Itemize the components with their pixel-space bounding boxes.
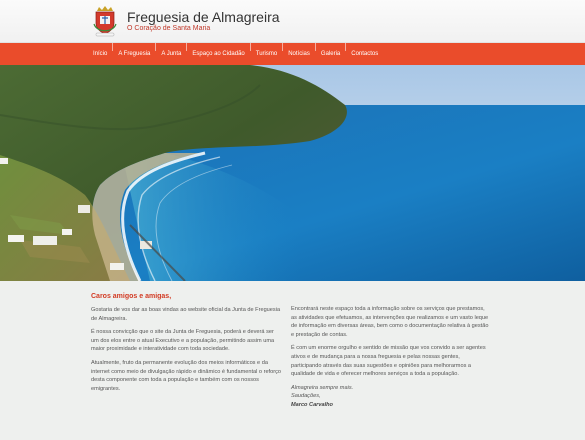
nav-item-galeria: Galeria xyxy=(316,43,345,65)
nav-link-a-junta[interactable]: A Junta xyxy=(156,51,186,57)
main-navigation: Início A Freguesia A Junta Espaço ao Cid… xyxy=(0,43,585,65)
nav-item-inicio: Início xyxy=(88,43,112,65)
greeting-heading: Caros amigos e amigas, xyxy=(91,293,172,300)
site-title[interactable]: Freguesia de Almagreira xyxy=(127,9,280,25)
nav-link-noticias[interactable]: Notícias xyxy=(283,51,315,57)
nav-link-inicio[interactable]: Início xyxy=(88,51,112,57)
nav-item-a-freguesia: A Freguesia xyxy=(113,43,155,65)
site-subtitle: O Coração de Santa Maria xyxy=(127,25,211,32)
site-header: Freguesia de Almagreira O Coração de San… xyxy=(0,0,585,43)
welcome-left-column: Caros amigos e amigas, Gostaria de vos d… xyxy=(91,292,283,398)
nav-link-galeria[interactable]: Galeria xyxy=(316,51,345,57)
nav-item-contactos: Contactos xyxy=(346,43,383,65)
hero-banner xyxy=(0,65,585,281)
nav-item-a-junta: A Junta xyxy=(156,43,186,65)
nav-link-a-freguesia[interactable]: A Freguesia xyxy=(113,51,155,57)
welcome-paragraph: Gostaria de vos dar as boas vindas ao we… xyxy=(91,307,281,322)
closing-line: Almagreira sempre mais. xyxy=(291,384,354,391)
welcome-paragraph: Atualmente, fruto da permanente evolução… xyxy=(91,359,281,392)
coat-of-arms-icon[interactable] xyxy=(91,4,119,37)
nav-link-espaco-cidadao[interactable]: Espaço ao Cidadão xyxy=(187,51,249,57)
welcome-paragraph: É com um enorme orgulho e sentido de mis… xyxy=(291,345,486,378)
coastal-landscape-image xyxy=(0,65,585,281)
welcome-section: Caros amigos e amigas, Gostaria de vos d… xyxy=(0,281,585,440)
signature: Marco Carvalho xyxy=(291,401,333,408)
nav-item-turismo: Turismo xyxy=(251,43,282,65)
welcome-right-column: Encontrará neste espaço toda a informaçã… xyxy=(291,305,489,415)
nav-link-contactos[interactable]: Contactos xyxy=(346,51,383,57)
nav-link-turismo[interactable]: Turismo xyxy=(251,51,282,57)
welcome-paragraph: É nossa convicção que o site da Junta de… xyxy=(91,329,275,353)
welcome-paragraph: Encontrará neste espaço toda a informaçã… xyxy=(291,306,489,338)
nav-item-noticias: Notícias xyxy=(283,43,315,65)
closing-salutation: Saudações, xyxy=(291,393,321,400)
nav-item-espaco-cidadao: Espaço ao Cidadão xyxy=(187,43,249,65)
